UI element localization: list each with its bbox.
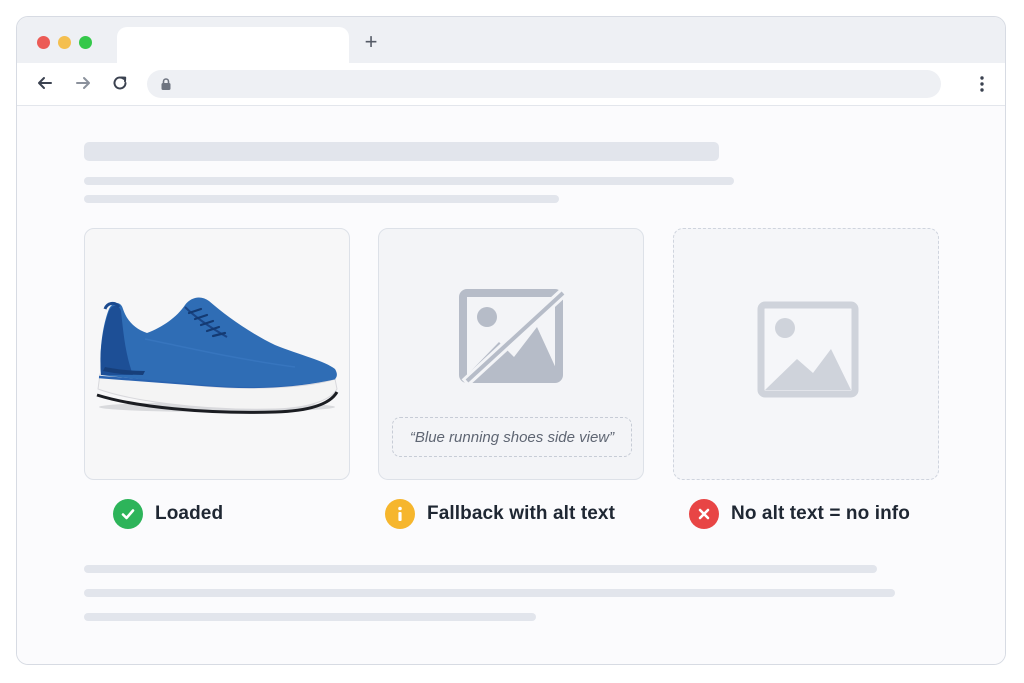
browser-tab[interactable]	[117, 27, 349, 63]
skeleton-line	[84, 589, 895, 597]
browser-toolbar	[17, 63, 1005, 106]
kebab-menu-icon	[980, 76, 984, 92]
maximize-window-dot[interactable]	[79, 36, 92, 49]
reload-icon	[113, 76, 127, 90]
status-no-alt: No alt text = no info	[689, 498, 910, 530]
shoe-image	[96, 297, 339, 414]
x-icon	[689, 499, 719, 529]
skeleton-line	[84, 613, 536, 621]
skeleton-heading	[84, 142, 719, 161]
status-label: Loaded	[155, 503, 224, 524]
image-card-loaded	[84, 228, 350, 480]
check-icon	[113, 499, 143, 529]
status-fallback: Fallback with alt text	[385, 498, 615, 530]
reload-button[interactable]	[108, 71, 132, 95]
skeleton-line	[84, 565, 877, 573]
browser-menu-button[interactable]	[972, 71, 992, 97]
arrow-right-icon	[76, 77, 90, 89]
info-icon	[385, 499, 415, 529]
new-tab-button[interactable]: +	[360, 31, 382, 53]
status-label: No alt text = no info	[731, 503, 910, 524]
broken-image-icon	[459, 287, 569, 387]
close-window-dot[interactable]	[37, 36, 50, 49]
minimize-window-dot[interactable]	[58, 36, 71, 49]
forward-button[interactable]	[71, 71, 95, 95]
browser-window: + “Blue running shoes side view” Loaded …	[16, 16, 1006, 665]
image-card-empty	[673, 228, 939, 480]
arrow-left-icon	[38, 77, 52, 89]
lock-icon	[161, 78, 171, 90]
image-placeholder-icon	[757, 301, 859, 398]
alt-text-box: “Blue running shoes side view”	[392, 417, 632, 457]
status-label: Fallback with alt text	[427, 503, 616, 524]
skeleton-line	[84, 177, 734, 185]
status-loaded: Loaded	[113, 498, 223, 530]
back-button[interactable]	[33, 71, 57, 95]
address-bar[interactable]	[147, 70, 941, 98]
image-card-fallback: “Blue running shoes side view”	[378, 228, 644, 480]
skeleton-line	[84, 195, 559, 203]
page-content: “Blue running shoes side view” Loaded Fa…	[17, 106, 1005, 664]
tab-bar: +	[17, 17, 1005, 63]
